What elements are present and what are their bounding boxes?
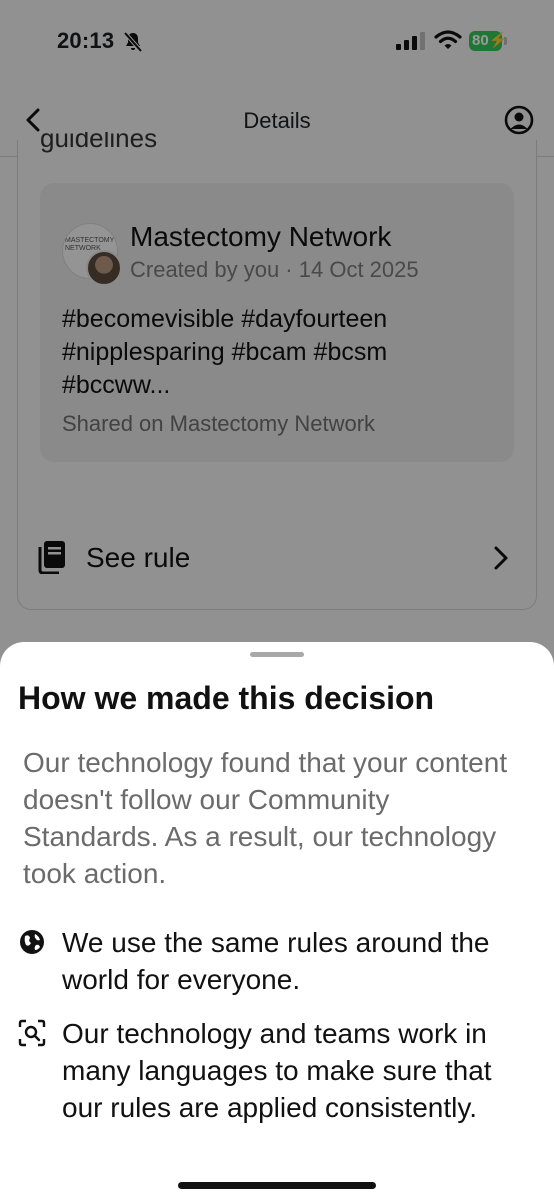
drag-handle[interactable] — [250, 652, 304, 657]
decision-bottom-sheet: How we made this decision Our technology… — [0, 642, 554, 1200]
scan-search-icon — [18, 1019, 46, 1047]
globe-icon — [20, 930, 44, 954]
sheet-description: Our technology found that your content d… — [23, 747, 508, 889]
bullet-text: We use the same rules around the world f… — [62, 927, 490, 995]
home-indicator — [178, 1182, 376, 1189]
sheet-title: How we made this decision — [18, 680, 435, 716]
bullet-text: Our technology and teams work in many la… — [62, 1018, 492, 1123]
